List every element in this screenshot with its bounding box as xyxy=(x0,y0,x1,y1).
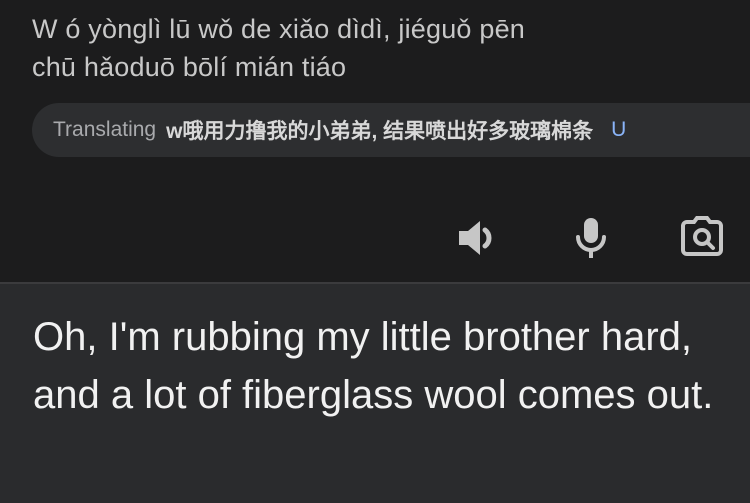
microphone-icon[interactable] xyxy=(567,214,615,262)
speaker-icon[interactable] xyxy=(454,214,502,262)
chip-overflow-text[interactable]: U xyxy=(611,118,626,142)
translating-label: Translating xyxy=(53,118,157,141)
translation-panel: Oh, I'm rubbing my little brother hard, … xyxy=(0,284,750,503)
detected-source-text: w哦用力撸我的小弟弟, 结果喷出好多玻璃棉条 xyxy=(166,120,594,143)
pinyin-line-1: W ó yònglì lū wǒ de xiǎo dìdì, jiéguǒ pē… xyxy=(32,14,526,44)
pinyin-line-2: chū hǎoduō bōlí mián tiáo xyxy=(32,52,347,82)
pinyin-text: W ó yònglì lū wǒ de xiǎo dìdì, jiéguǒ pē… xyxy=(32,10,732,86)
translation-output: Oh, I'm rubbing my little brother hard, … xyxy=(33,315,714,417)
translate-screen: W ó yònglì lū wǒ de xiǎo dìdì, jiéguǒ pē… xyxy=(0,0,750,503)
translating-chip[interactable]: Translating w哦用力撸我的小弟弟, 结果喷出好多玻璃棉条 U xyxy=(32,103,750,157)
source-panel: W ó yònglì lū wǒ de xiǎo dìdì, jiéguǒ pē… xyxy=(0,0,750,283)
camera-search-icon[interactable] xyxy=(678,214,726,262)
